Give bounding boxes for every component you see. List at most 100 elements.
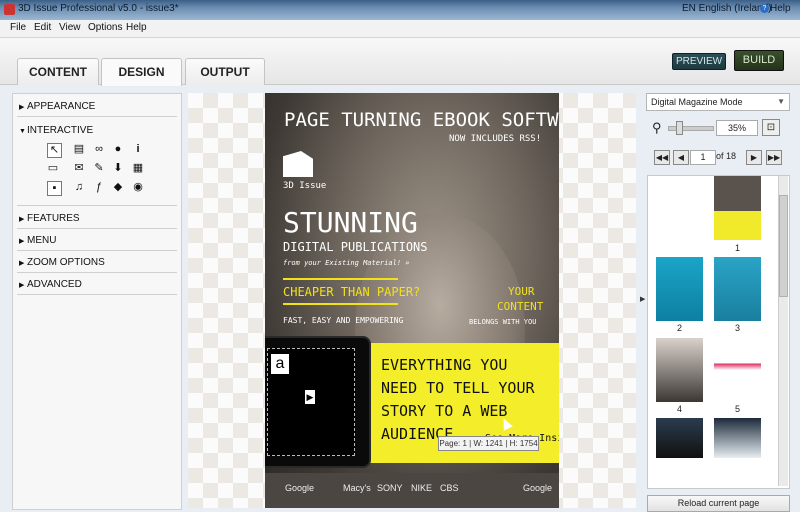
thumbnail-page-5[interactable] [714,338,761,402]
next-page-button[interactable]: ▶ [746,150,762,165]
chevron-down-icon: ▼ [777,97,785,106]
brand-sony: SONY [377,483,403,493]
brand-google-2: Google [523,483,553,493]
language-selector[interactable]: EN English (Ireland) [682,3,771,14]
help-icon[interactable]: ? [760,4,769,13]
mode-dropdown[interactable]: Digital Magazine Mode ▼ [646,93,790,111]
thumbnail-label: 5 [735,404,741,414]
cover-fast: FAST, EASY AND EMPOWERING [283,316,404,325]
divider [17,205,177,206]
thumbnail-label: 4 [677,404,683,414]
menu-file[interactable]: File [10,22,26,33]
preview-button[interactable]: PREVIEW [672,53,726,70]
rectangle-icon[interactable]: ▭ [47,162,59,174]
cover-from-existing: from your Existing Material! » [283,259,410,267]
thumbnail-page-3[interactable] [714,257,761,321]
thumbnail-page-1[interactable] [714,176,761,240]
section-interactive[interactable]: ▼INTERACTIVE [19,125,93,136]
yellow-line-2: NEED TO TELL YOUR [381,379,535,397]
flash-icon[interactable]: ƒ [93,181,105,193]
thumbnail-label: 2 [677,323,683,333]
cover-stunning: STUNNING [283,206,418,239]
fit-to-screen-button[interactable]: ⊡ [762,119,780,136]
email-icon[interactable]: ✉ [73,162,85,174]
section-features[interactable]: ▶ FEATURES [19,213,80,224]
zoom-slider-handle[interactable] [676,121,683,135]
page-number-input[interactable]: 1 [690,150,716,165]
brand-cbs: CBS [440,483,459,493]
brand-macys: Macy's [343,483,371,493]
title-bar: 3D Issue Professional v5.0 - issue3* EN … [0,0,800,20]
prev-page-button[interactable]: ◀ [673,150,689,165]
page-total: of 18 [716,151,737,161]
pointer-icon[interactable]: ↖ [47,143,62,158]
menu-bar: File Edit View Options Help [0,20,800,38]
page-icon[interactable]: ▤ [73,143,85,155]
tablet-image[interactable]: a ▶ [265,336,371,468]
app-icon [4,4,15,15]
menu-help[interactable]: Help [126,22,147,33]
menu-edit[interactable]: Edit [34,22,51,33]
section-zoom-options[interactable]: ▶ ZOOM OPTIONS [19,257,105,268]
dropbox-icon[interactable]: ◆ [112,181,124,193]
wrench-icon[interactable]: ✎ [93,162,105,174]
divider [17,228,177,229]
tab-output[interactable]: OUTPUT [185,58,265,85]
cover-digital-publications: DIGITAL PUBLICATIONS [283,240,428,254]
section-menu[interactable]: ▶ MENU [19,235,56,246]
thumbnail-strip: 1 2 3 4 5 [647,175,790,489]
mode-dropdown-value: Digital Magazine Mode [651,97,743,107]
thumbnail-page-4[interactable] [656,338,703,402]
link-icon[interactable]: ∞ [93,143,105,155]
menu-view[interactable]: View [59,22,81,33]
thumbnail-page-2[interactable] [656,257,703,321]
build-button[interactable]: BUILD [734,50,784,71]
first-page-button[interactable]: ◀◀ [654,150,670,165]
yellow-line-3: STORY TO A WEB [381,402,508,420]
zoom-level-input[interactable]: 35% [716,120,758,136]
thumbnail-label: 1 [735,243,741,253]
cover-rule-top [283,278,398,280]
cover-headline: PAGE TURNING EBOOK SOFTWARE [284,109,559,131]
menu-options[interactable]: Options [88,22,122,33]
brand-nike: NIKE [411,483,433,493]
cover-your: YOUR [508,285,535,298]
brand-google: Google [285,483,315,493]
download-icon[interactable]: ⬇ [112,162,124,174]
section-appearance[interactable]: ▶ APPEARANCE [19,101,95,112]
window-title: 3D Issue Professional v5.0 - issue3* [18,3,179,14]
section-advanced[interactable]: ▶ ADVANCED [19,279,82,290]
cover-cheaper: CHEAPER THAN PAPER? [283,285,421,299]
design-options-panel: ▶ APPEARANCE ▼INTERACTIVE ↖ ▤ ∞ ● i ▭ ✉ ✎… [12,93,182,510]
speech-bubble-icon[interactable]: ● [112,143,124,155]
thumbnail-page-7[interactable] [714,418,761,458]
tablet-logo: a [271,354,289,374]
reload-current-page-button[interactable]: Reload current page [647,495,790,512]
page-info-tooltip: Page: 1 | W: 1241 | H: 1754 [438,436,539,451]
brand-strip: Google Macy's SONY NIKE CBS Google [265,473,559,508]
music-icon[interactable]: ♫ [73,181,85,193]
cover-belongs: BELONGS WITH YOU [469,318,537,326]
divider [17,272,177,273]
yellow-line-1: EVERYTHING YOU [381,356,508,374]
last-page-button[interactable]: ▶▶ [766,150,782,165]
divider [17,116,177,117]
divider [17,250,177,251]
play-icon: ▶ [305,390,315,404]
tab-design[interactable]: DESIGN [101,58,182,86]
zoom-magnifier-icon: ⚲ [652,120,662,135]
lock-icon[interactable]: ▪ [47,181,62,196]
thumbnail-scrollbar-thumb[interactable] [779,195,788,297]
film-icon[interactable]: ▦ [132,162,144,174]
collapse-arrow-icon[interactable]: ▶ [640,295,645,303]
cover-subheadline: NOW INCLUDES RSS! [449,134,542,144]
help-link[interactable]: Help [770,3,791,14]
film-reel-icon[interactable]: ◉ [132,181,144,193]
zoom-slider-track[interactable] [668,126,714,131]
cover-rule-bottom [283,303,398,305]
thumbnail-page-6[interactable] [656,418,703,458]
info-icon[interactable]: i [132,143,144,155]
tab-content[interactable]: CONTENT [17,58,99,85]
3d-issue-logo [283,151,313,177]
thumbnail-label: 3 [735,323,741,333]
